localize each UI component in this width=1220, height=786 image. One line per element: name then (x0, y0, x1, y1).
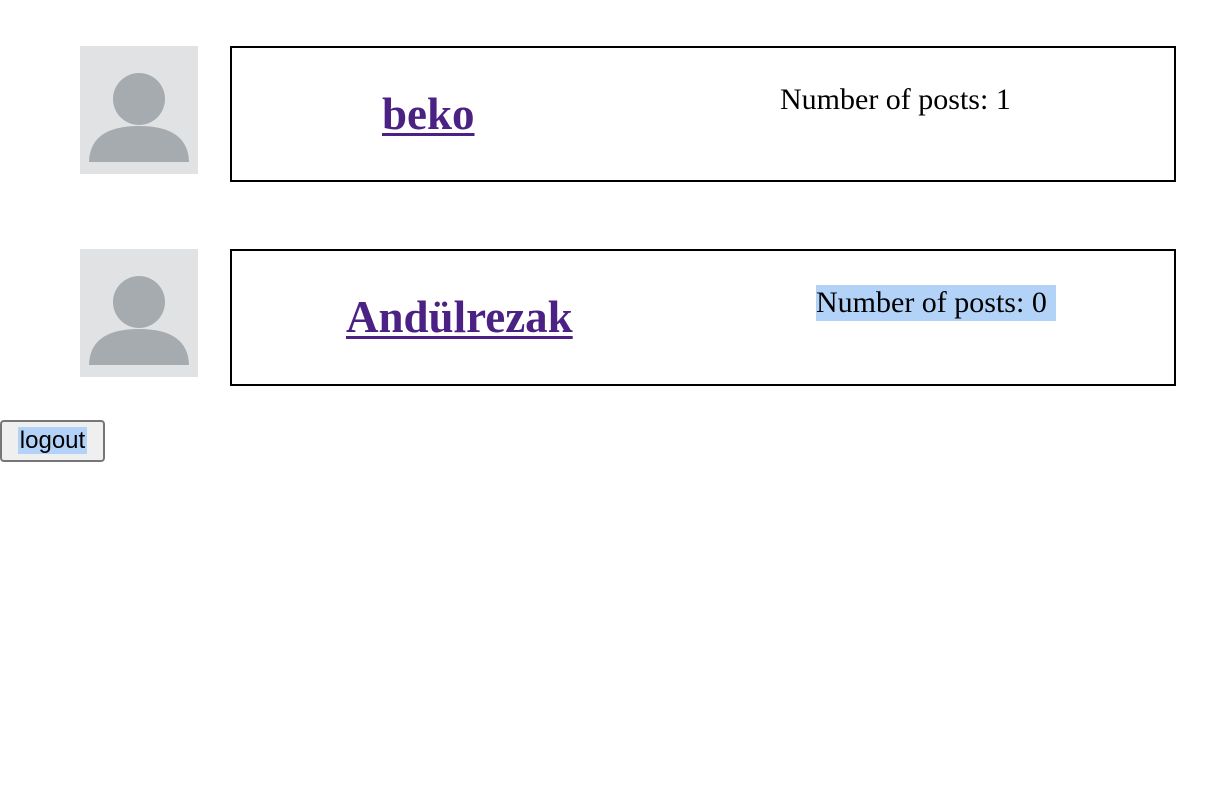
user-card: Andülrezak Number of posts: 0 (230, 249, 1176, 386)
logout-button[interactable]: logout (0, 420, 105, 462)
username-link[interactable]: Andülrezak (346, 291, 573, 343)
user-avatar-icon (89, 276, 189, 365)
user-list-item: Andülrezak Number of posts: 0 (0, 249, 1220, 389)
post-count: Number of posts: 0 (816, 285, 1056, 321)
avatar (80, 46, 198, 174)
username-link[interactable]: beko (382, 88, 475, 140)
post-count: Number of posts: 1 (780, 83, 1011, 116)
user-avatar-icon (89, 73, 189, 162)
avatar (80, 249, 198, 377)
user-list-item: beko Number of posts: 1 (0, 46, 1220, 186)
logout-label: logout (17, 427, 88, 454)
user-card: beko Number of posts: 1 (230, 46, 1176, 182)
